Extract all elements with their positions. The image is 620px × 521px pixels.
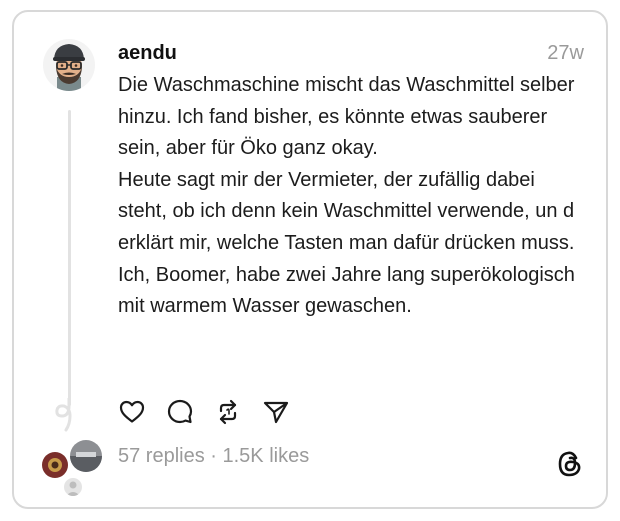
post-card[interactable]: aendu 27w Die Waschmaschine mischt das W…	[12, 10, 608, 509]
speech-bubble-icon	[167, 399, 193, 424]
post-timestamp: 27w	[547, 42, 584, 64]
repost-arrows-icon	[219, 399, 237, 425]
post-stats[interactable]: 57 replies · 1.5K likes	[118, 445, 309, 468]
author-username[interactable]: aendu	[118, 42, 177, 65]
post-paragraph: Heute sagt mir der Vermieter, der zufäll…	[118, 168, 575, 254]
replier-avatar[interactable]	[68, 438, 104, 474]
post-body: Die Waschmaschine mischt das Waschmittel…	[118, 70, 588, 323]
like-button[interactable]	[118, 398, 146, 426]
paper-plane-icon	[263, 401, 289, 424]
share-button[interactable]	[262, 398, 290, 426]
heart-icon	[119, 400, 145, 423]
replier-avatar[interactable]	[62, 476, 84, 498]
post-paragraph: Die Waschmaschine mischt das Waschmittel…	[118, 74, 575, 160]
reply-button[interactable]	[166, 398, 194, 426]
repost-button[interactable]	[214, 398, 242, 426]
replier-avatar[interactable]	[40, 450, 70, 480]
author-avatar[interactable]	[43, 39, 95, 91]
thread-loop	[55, 398, 72, 432]
threads-logo-icon[interactable]	[556, 449, 584, 479]
thread-line	[68, 110, 71, 406]
post-paragraph: Ich, Boomer, habe zwei Jahre lang superö…	[118, 263, 575, 318]
